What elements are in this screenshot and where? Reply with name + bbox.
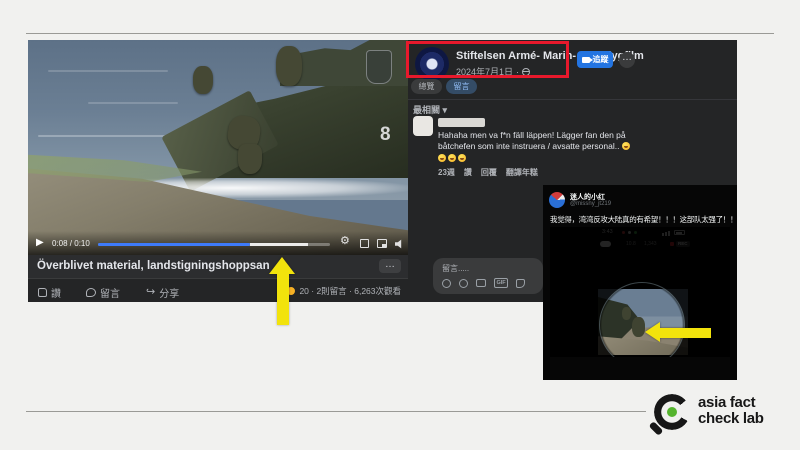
wave-streak — [48, 70, 168, 72]
share-button[interactable]: ↪ 分享 — [146, 285, 179, 300]
inset-user-avatar[interactable] — [549, 192, 565, 208]
arrow-shaft — [277, 273, 289, 325]
asia-fact-check-lab-logo: asia fact check lab — [646, 390, 786, 440]
video-title: Överblivet material, landstigningshoppsa… — [37, 260, 270, 272]
comment-line1: Hahaha men va f*n fäll läppen! Lägger fa… — [438, 130, 626, 140]
annotation-arrow-left — [645, 322, 711, 343]
magnifier-icon — [648, 392, 692, 436]
comment-line2: båtchefen som inte instruera / avsatte p… — [438, 141, 619, 151]
laugh-emoji-icon — [438, 154, 446, 162]
comment-meta-row: 23週 讚 回覆 翻譯年糕 — [438, 167, 538, 178]
comment-translate-link[interactable]: 翻譯年糕 — [506, 167, 538, 178]
like-label: 讚 — [51, 285, 61, 300]
logo-text: asia fact check lab — [698, 395, 764, 427]
logo-line1: asia fact — [698, 395, 764, 411]
settings-gear-icon[interactable]: ⚙ — [340, 236, 350, 247]
tabs-divider — [408, 99, 737, 100]
hull-number: 8 — [380, 124, 391, 146]
like-button[interactable]: 讚 — [38, 285, 61, 300]
comment-button[interactable]: 留言 — [86, 285, 120, 300]
logo-line2: check lab — [698, 411, 764, 427]
play-icon[interactable]: ▶ — [36, 237, 44, 248]
video-more-button[interactable]: … — [379, 259, 401, 273]
video-title-bar: Överblivet material, landstigningshoppsa… — [28, 255, 408, 278]
video-watermark-crest — [366, 50, 392, 84]
arrow-head — [645, 322, 660, 342]
magnifier-green-dot — [667, 407, 677, 417]
emoji-icon[interactable] — [459, 279, 468, 288]
volume-icon[interactable] — [395, 239, 405, 249]
progress-buffered — [250, 243, 308, 246]
video-frame[interactable]: 8 ▶ 0:08 / 0:10 ⚙ — [28, 40, 408, 255]
soldier-on-ramp — [276, 46, 302, 86]
post-action-bar: 讚 留言 ↪ 分享 20 · 2則留言 · 6,263次觀看 — [28, 278, 408, 302]
camera-icon[interactable] — [476, 279, 486, 287]
gif-icon[interactable]: GIF — [494, 278, 508, 288]
bottom-divider-line — [26, 411, 646, 412]
commenter-name-blurred — [438, 118, 485, 127]
tab-overview[interactable]: 總覽 — [411, 79, 442, 94]
comment-label: 留言 — [100, 285, 120, 300]
inset-post-text: 我觉得，湾湾反攻大陆真的有希望！！！这部队太强了！！！ — [550, 214, 734, 225]
inset-repost-screenshot: 迷人的小红 @missny_jt219 我觉得，湾湾反攻大陆真的有希望！！！这部… — [543, 185, 737, 380]
share-label: 分享 — [159, 285, 179, 300]
player-controls: ▶ 0:08 / 0:10 ⚙ — [28, 231, 408, 255]
progress-played — [98, 243, 250, 246]
comment-age: 23週 — [438, 167, 455, 178]
comment-like-link[interactable]: 讚 — [464, 167, 472, 178]
commenter-avatar-blurred — [413, 116, 433, 136]
soldier-on-deck — [193, 66, 213, 94]
avatar-sticker-icon[interactable] — [442, 279, 451, 288]
highlight-red-box — [406, 41, 569, 78]
comment-composer[interactable]: 留言..... GIF — [433, 258, 543, 294]
panel-more-button[interactable]: … — [619, 52, 635, 68]
video-camera-icon — [582, 57, 590, 63]
inset-video-frame[interactable]: 3:43 10.8 1,343 REC — [550, 227, 730, 357]
composer-placeholder: 留言..... — [442, 263, 469, 274]
laugh-emoji-icon — [448, 154, 456, 162]
top-divider-line — [26, 33, 774, 34]
sweat-smile-emoji-icon — [622, 142, 630, 150]
video-player: 8 ▶ 0:08 / 0:10 ⚙ Överblivet material, l… — [28, 40, 408, 302]
comment-reply-link[interactable]: 回覆 — [481, 167, 497, 178]
pip-icon[interactable] — [377, 239, 387, 248]
share-arrow-icon: ↪ — [146, 288, 155, 297]
fact-check-card: { "fb": { "author": "Stiftelsen Armé- Ma… — [0, 0, 800, 450]
follow-label: 追蹤 — [593, 54, 609, 65]
playback-time: 0:08 / 0:10 — [52, 239, 90, 248]
fullscreen-icon[interactable] — [360, 239, 369, 248]
tab-comments[interactable]: 留言 — [446, 79, 477, 94]
arrow-head — [269, 257, 295, 274]
follow-button[interactable]: 追蹤 — [577, 51, 613, 68]
annotation-arrow-up — [269, 257, 296, 325]
comment-bubble-icon — [86, 288, 96, 297]
composer-tools: GIF — [442, 278, 525, 288]
comment-text: Hahaha men va f*n fäll läppen! Lägger fa… — [438, 130, 678, 152]
sticker-icon[interactable] — [516, 279, 525, 288]
stats-text: 20 · 2則留言 · 6,263次觀看 — [299, 285, 401, 297]
soldier-jumping-legs — [238, 144, 262, 174]
sort-dropdown[interactable]: 最相關 ▾ — [413, 103, 447, 116]
thumb-up-icon — [38, 288, 47, 297]
inset-user-handle[interactable]: @missny_jt219 — [570, 201, 611, 207]
wave-streak — [38, 135, 178, 137]
laugh-emoji-icon — [458, 154, 466, 162]
arrow-shaft — [659, 328, 711, 338]
wave-streak — [88, 102, 178, 104]
comment-emoji-row — [438, 154, 466, 162]
progress-bar[interactable] — [98, 243, 330, 246]
